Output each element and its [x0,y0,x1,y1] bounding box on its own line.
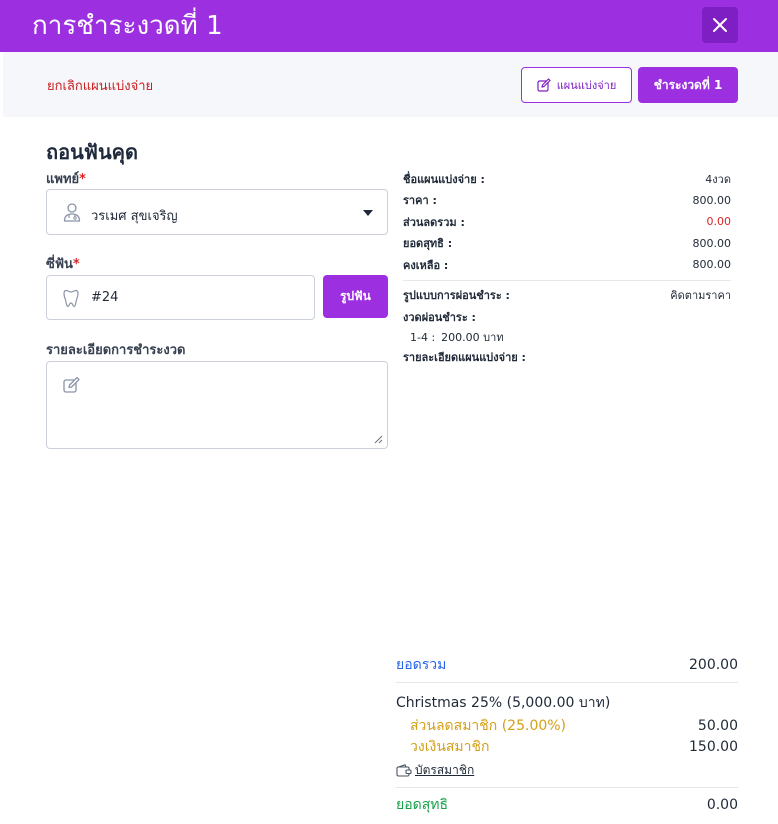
modal-title: การชำระงวดที่ 1 [32,11,223,41]
chevron-down-icon [363,210,373,216]
member-credit-label: วงเงินสมาชิก [410,738,490,755]
summary-row-installment: งวดผ่อนชำระ : [403,306,731,328]
installment-label: งวดผ่อนชำระ : [403,310,476,324]
wallet-icon [396,763,412,777]
net-label: ยอดสุทธิ : [403,237,453,251]
promo-row: Christmas 25% (5,000.00 บาท) [396,691,738,715]
plan-name-value: 4งวด [705,172,731,186]
tooth-chart-button[interactable]: รูปฟัน [323,275,388,318]
totals-divider [396,682,738,683]
doctor-label: แพทย์* [46,168,86,189]
plan-button[interactable]: แผนแบ่งจ่าย [521,67,632,103]
doctor-select[interactable]: วรเมศ สุขเจริญ [46,189,388,235]
summary-row-net: ยอดสุทธิ : 800.00 [403,233,731,255]
member-credit-value: 150.00 [689,738,738,755]
remaining-value: 800.00 [692,258,732,272]
discount-value: 0.00 [706,215,732,229]
summary-row-plan-name: ชื่อแผนแบ่งจ่าย : 4งวด [403,168,731,190]
cancel-plan-link[interactable]: ยกเลิกแผนแบ่งจ่าย [47,75,153,96]
edit-icon [63,376,80,393]
price-label: ราคา : [403,194,437,208]
resize-handle-icon[interactable] [374,435,383,444]
net-total-row: ยอดสุทธิ 0.00 [396,788,738,822]
summary-divider [403,279,731,281]
required-mark: * [79,172,86,187]
total-value: 200.00 [689,657,738,673]
detail-textarea[interactable] [46,361,388,449]
tooth-icon [63,289,79,308]
installment-value: 200.00 บาท [441,331,504,344]
close-icon [713,18,727,32]
procedure-title: ถอนฟันคุด [46,140,138,164]
method-value: คิดตามราคา [670,289,731,303]
edit-icon [537,78,551,92]
summary-row-remaining: คงเหลือ : 800.00 [403,254,731,276]
price-value: 800.00 [692,193,732,207]
discount-label: ส่วนลดรวม : [403,215,465,229]
summary-row-method: รูปแบบการผ่อนชำระ : คิดตามราคา [403,285,731,307]
net-total-value: 0.00 [706,797,738,813]
plan-name-label: ชื่อแผนแบ่งจ่าย : [403,172,485,186]
member-discount-value: 50.00 [697,717,738,734]
member-card-link[interactable]: บัตรสมาชิก [396,761,474,780]
summary-row-discount: ส่วนลดรวม : 0.00 [403,211,731,233]
plan-summary: ชื่อแผนแบ่งจ่าย : 4งวด ราคา : 800.00 ส่ว… [403,168,731,368]
close-button[interactable] [702,7,738,43]
total-row: ยอดรวม 200.00 [396,652,738,678]
payment-totals: ยอดรวม 200.00 Christmas 25% (5,000.00 บา… [396,652,738,822]
doctor-value: วรเมศ สุขเจริญ [91,209,178,224]
member-discount-label: ส่วนลดสมาชิก (25.00%) [410,717,567,734]
member-card-row: บัตรสมาชิก [396,757,738,783]
member-credit-row: วงเงินสมาชิก 150.00 [396,736,738,757]
method-label: รูปแบบการผ่อนชำระ : [403,289,510,303]
installment-detail: 1-4 : 200.00 บาท [403,328,731,347]
plan-button-label: แผนแบ่งจ่าย [556,79,617,92]
remaining-label: คงเหลือ : [403,258,449,272]
tooth-value: #24 [91,290,119,305]
plan-detail-label: รายละเอียดแผนแบ่งจ่าย : [403,351,526,365]
tooth-label: ซี่ฟัน* [46,253,80,274]
promo-text: Christmas 25% (5,000.00 บาท) [396,695,611,711]
pay-installment-button[interactable]: ชำระงวดที่ 1 [638,67,738,103]
modal-header: การชำระงวดที่ 1 [0,0,778,52]
summary-row-price: ราคา : 800.00 [403,190,731,212]
net-value: 800.00 [692,236,732,250]
installment-range: 1-4 : [410,330,436,344]
member-card-label: บัตรสมาชิก [415,762,475,777]
summary-row-plan-detail: รายละเอียดแผนแบ่งจ่าย : [403,347,731,369]
member-discount-row: ส่วนลดสมาชิก (25.00%) 50.00 [396,715,738,736]
tooth-input[interactable]: #24 [46,275,315,320]
doctor-label-text: แพทย์ [46,172,80,187]
net-total-label: ยอดสุทธิ [396,797,449,813]
detail-label: รายละเอียดการชำระงวด [46,343,186,358]
tooth-label-text: ซี่ฟัน [46,257,73,272]
doctor-icon [63,203,81,222]
total-label: ยอดรวม [396,657,447,673]
action-toolbar: ยกเลิกแผนแบ่งจ่าย แผนแบ่งจ่าย ชำระงวดที่… [3,52,778,117]
required-mark: * [72,257,80,272]
